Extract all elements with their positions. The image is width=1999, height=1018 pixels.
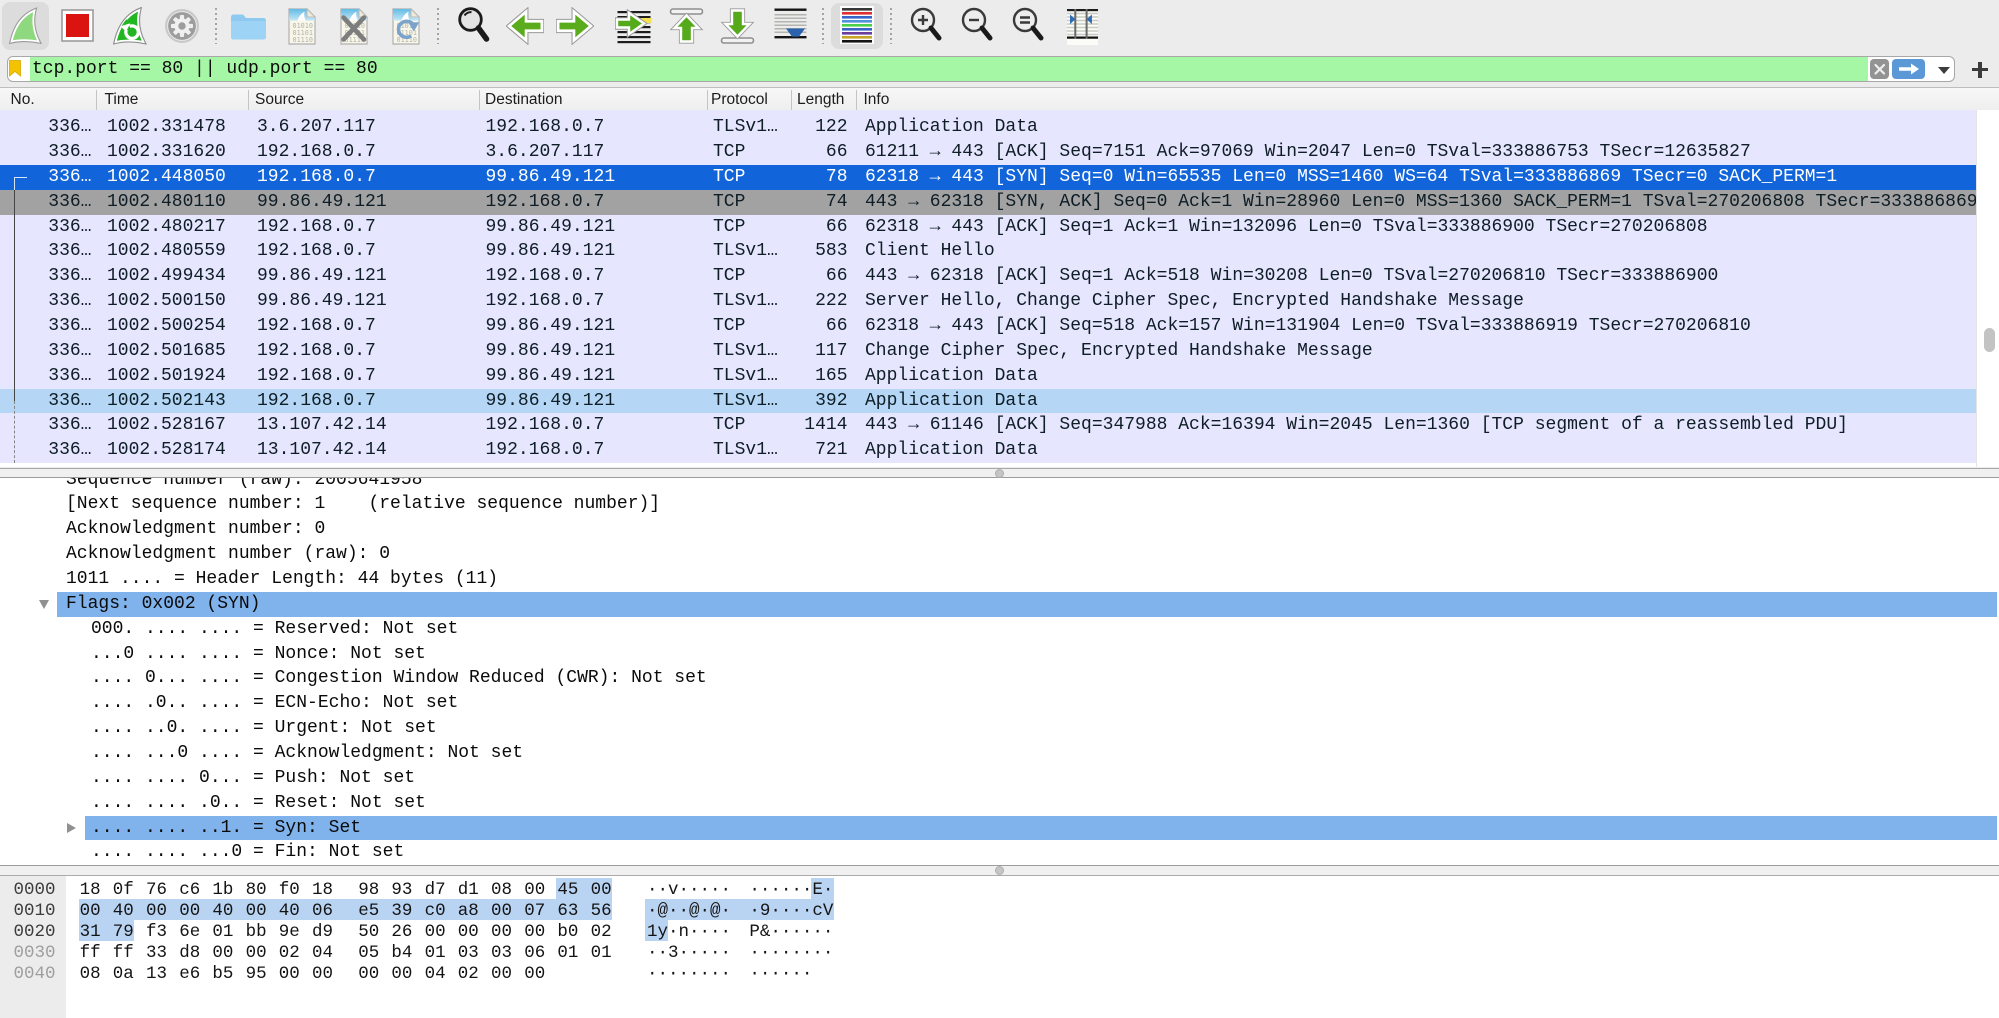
svg-text:01110: 01110 bbox=[293, 36, 313, 44]
